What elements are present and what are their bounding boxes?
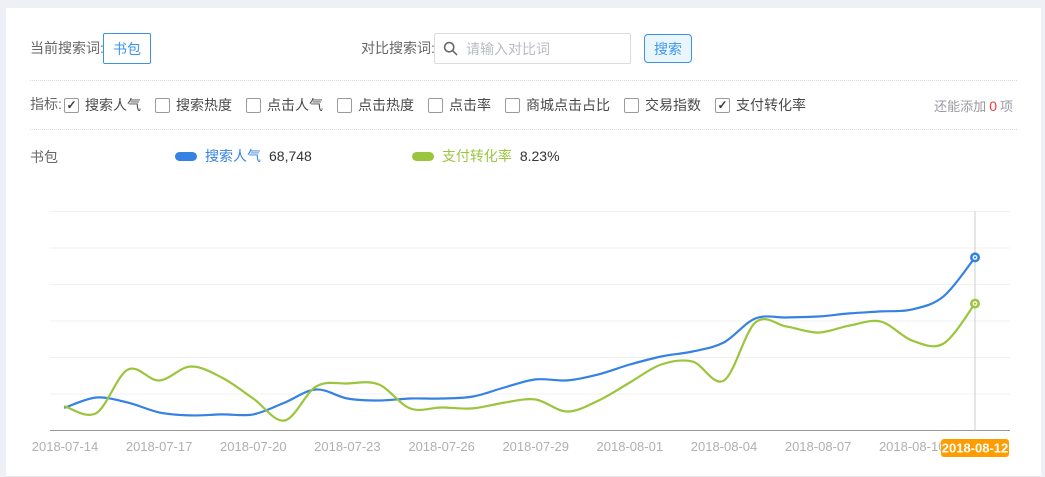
metrics-checkbox-row: ✓ 搜索人气 搜索热度 点击人气 点击热度 点击率 商城点击占比 交易指数 ✓ 支付转化率 bbox=[64, 95, 806, 115]
metric-label: 搜索人气 bbox=[85, 95, 141, 115]
remaining-prefix: 还能添加 bbox=[934, 99, 986, 114]
search-icon bbox=[443, 41, 458, 56]
legend-color-pill bbox=[175, 152, 197, 161]
checkbox-unchecked-icon[interactable] bbox=[624, 98, 639, 113]
metrics-label: 指标: bbox=[30, 96, 62, 112]
current-term-label: 当前搜索词: bbox=[30, 40, 104, 56]
divider-top bbox=[30, 80, 1017, 81]
metric-checkbox-item-点击人气[interactable]: 点击人气 bbox=[246, 95, 323, 115]
metric-checkbox-item-点击热度[interactable]: 点击热度 bbox=[337, 95, 414, 115]
compare-term-label: 对比搜索词: bbox=[361, 40, 435, 56]
legend-item-搜索人气[interactable]: 搜索人气 68,748 bbox=[175, 146, 312, 166]
legend-item-支付转化率[interactable]: 支付转化率 8.23% bbox=[412, 146, 560, 166]
checkbox-unchecked-icon[interactable] bbox=[155, 98, 170, 113]
metric-checkbox-item-支付转化率[interactable]: ✓ 支付转化率 bbox=[715, 95, 806, 115]
trend-compare-page: 当前搜索词: 书包 对比搜索词: 搜索 指标: ✓ 搜索人气 搜索热度 点击人气 点击热… bbox=[0, 0, 1045, 477]
checkbox-unchecked-icon[interactable] bbox=[505, 98, 520, 113]
content-card: 当前搜索词: 书包 对比搜索词: 搜索 指标: ✓ 搜索人气 搜索热度 点击人气 点击热… bbox=[6, 8, 1041, 477]
metric-label: 交易指数 bbox=[645, 95, 701, 115]
metric-label: 点击人气 bbox=[267, 95, 323, 115]
legend-series-value: 8.23% bbox=[520, 148, 560, 164]
legend-term: 书包 bbox=[30, 147, 58, 167]
checkbox-checked-icon[interactable]: ✓ bbox=[715, 98, 730, 113]
metric-label: 支付转化率 bbox=[736, 95, 806, 115]
remaining-count: 0 bbox=[986, 98, 1000, 114]
metric-label: 商城点击占比 bbox=[526, 95, 610, 115]
compare-term-input[interactable] bbox=[464, 40, 622, 58]
metric-checkbox-item-商城点击占比[interactable]: 商城点击占比 bbox=[505, 95, 610, 115]
checkbox-unchecked-icon[interactable] bbox=[428, 98, 443, 113]
legend-series-name: 搜索人气 bbox=[205, 146, 261, 166]
checkbox-unchecked-icon[interactable] bbox=[337, 98, 352, 113]
chart-legend: 搜索人气 68,748 支付转化率 8.23% bbox=[175, 146, 560, 166]
metric-label: 搜索热度 bbox=[176, 95, 232, 115]
metric-label: 点击率 bbox=[449, 95, 491, 115]
remaining-quota-text: 还能添加0项 bbox=[934, 96, 1013, 115]
metric-checkbox-item-搜索热度[interactable]: 搜索热度 bbox=[155, 95, 232, 115]
compare-term-inputbox[interactable] bbox=[434, 33, 631, 64]
current-term-button[interactable]: 书包 bbox=[103, 33, 151, 64]
metric-checkbox-item-搜索人气[interactable]: ✓ 搜索人气 bbox=[64, 95, 141, 115]
legend-series-value: 68,748 bbox=[269, 148, 312, 164]
legend-color-pill bbox=[412, 152, 434, 161]
legend-series-name: 支付转化率 bbox=[442, 146, 512, 166]
remaining-suffix: 项 bbox=[1000, 99, 1013, 114]
metric-label: 点击热度 bbox=[358, 95, 414, 115]
metric-checkbox-item-交易指数[interactable]: 交易指数 bbox=[624, 95, 701, 115]
checkbox-checked-icon[interactable]: ✓ bbox=[64, 98, 79, 113]
checkbox-unchecked-icon[interactable] bbox=[246, 98, 261, 113]
divider-metrics bbox=[30, 129, 1017, 130]
metric-checkbox-item-点击率[interactable]: 点击率 bbox=[428, 95, 491, 115]
search-button[interactable]: 搜索 bbox=[644, 34, 692, 63]
